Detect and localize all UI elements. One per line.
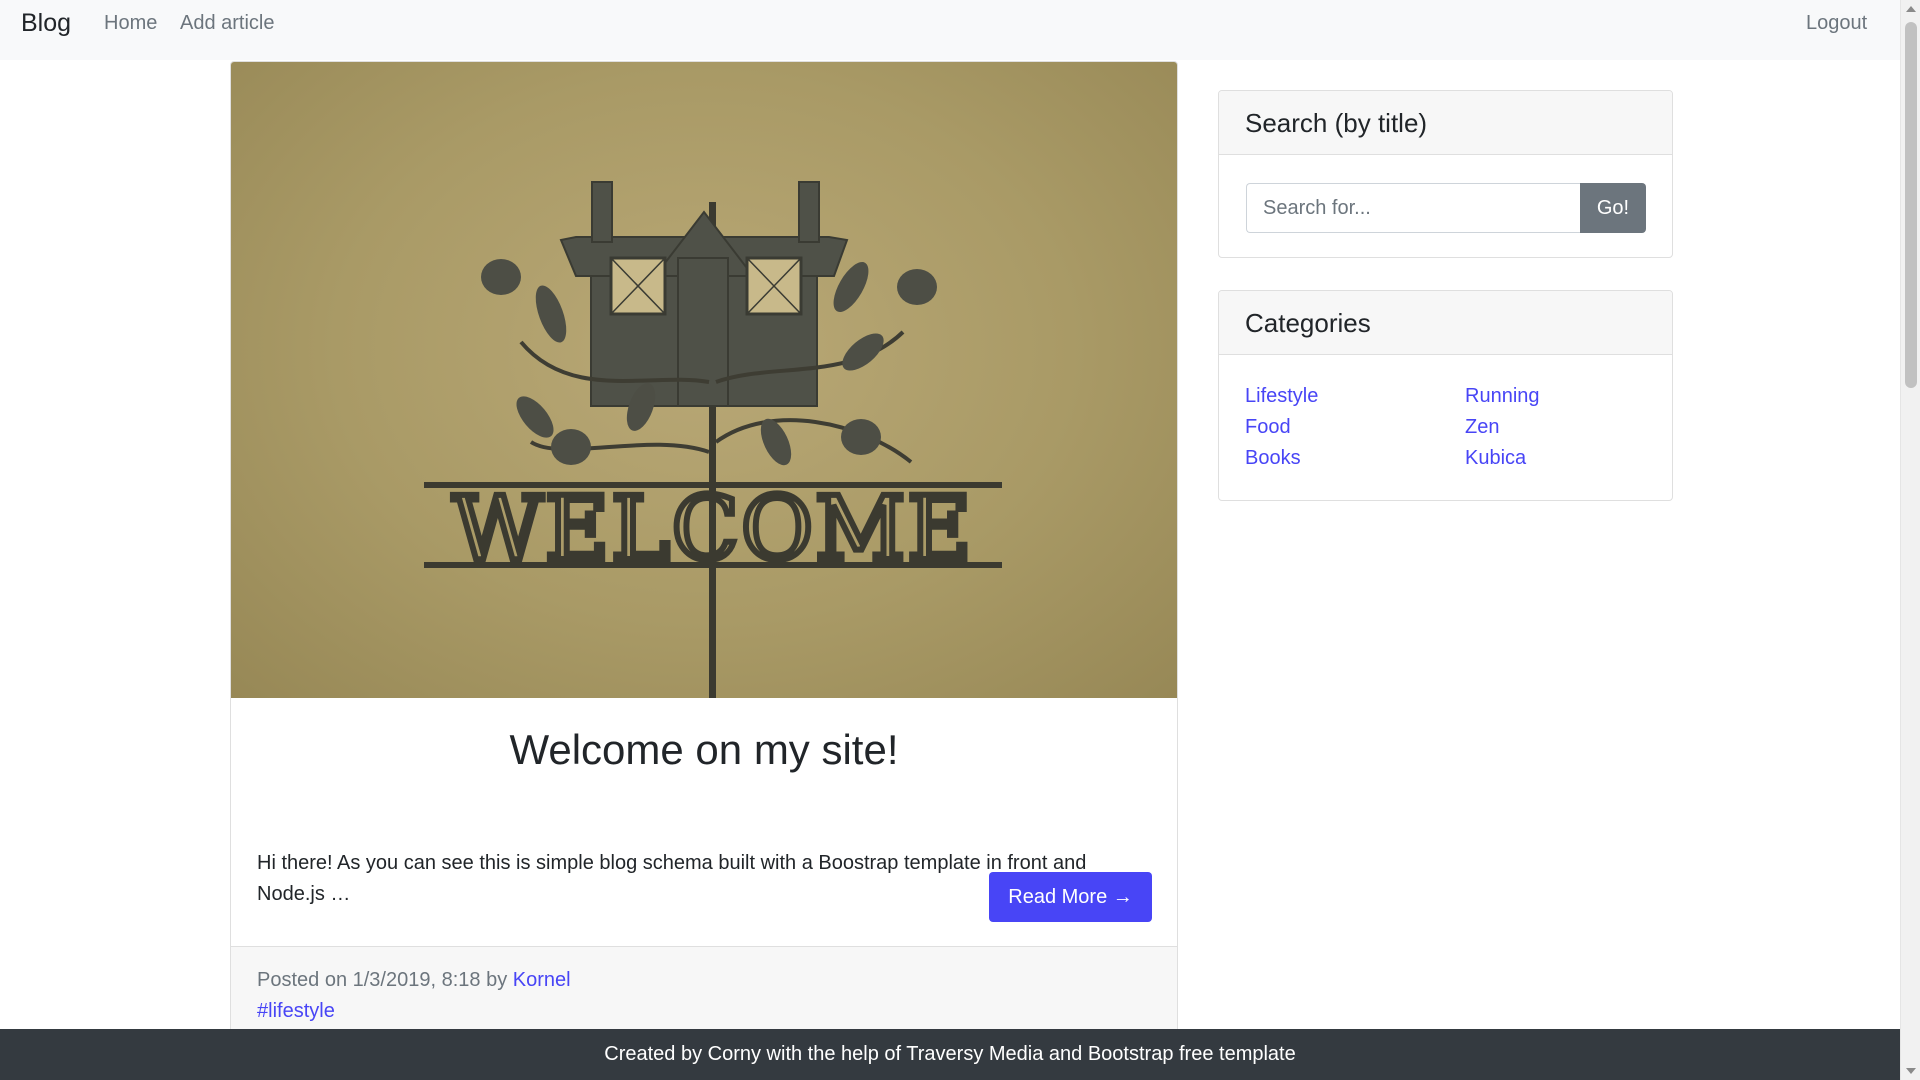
category-link-food[interactable]: Food	[1245, 414, 1291, 440]
top-navbar: Blog Home Add article Logout	[0, 0, 1900, 60]
svg-text:WELCOME: WELCOME	[453, 477, 974, 580]
read-more-button[interactable]: Read More →	[989, 872, 1152, 922]
category-link-zen[interactable]: Zen	[1465, 414, 1499, 440]
search-card: Search (by title) Go!	[1218, 90, 1673, 258]
nav-home-link[interactable]: Home	[104, 11, 157, 35]
post-tag: #lifestyle	[257, 998, 335, 1024]
categories-card-header: Categories	[1219, 291, 1672, 355]
tag-link[interactable]: #lifestyle	[257, 1000, 335, 1022]
search-card-header: Search (by title)	[1219, 91, 1672, 155]
nav-logout-link[interactable]: Logout	[1806, 11, 1867, 35]
post-featured-image: WELCOME	[231, 62, 1177, 698]
brand-logo[interactable]: Blog	[21, 8, 71, 38]
post-title: Welcome on my site!	[509, 726, 899, 773]
search-go-button[interactable]: Go!	[1580, 183, 1646, 233]
category-link-lifestyle[interactable]: Lifestyle	[1245, 383, 1318, 409]
category-link-books[interactable]: Books	[1245, 445, 1301, 471]
nav-add-article-link[interactable]: Add article	[180, 11, 275, 35]
page-footer: Created by Corny with the help of Traver…	[0, 1029, 1900, 1080]
author-link[interactable]: Kornel	[513, 969, 571, 991]
welcome-sign-illustration: WELCOME	[424, 181, 1002, 698]
page-scrollbar[interactable]	[1900, 0, 1920, 1080]
scroll-down-icon[interactable]	[1906, 1068, 1916, 1074]
post-meta-footer: Posted on 1/3/2019, 8:18 by Kornel #life…	[231, 946, 1177, 1040]
scroll-up-icon[interactable]	[1906, 6, 1916, 12]
posted-info: Posted on 1/3/2019, 8:18 by Kornel	[257, 967, 571, 993]
category-link-kubica[interactable]: Kubica	[1465, 445, 1526, 471]
posted-date-text: Posted on 1/3/2019, 8:18 by	[257, 969, 508, 991]
categories-card: Categories Lifestyle Food Books Running …	[1218, 290, 1673, 501]
search-input[interactable]	[1246, 183, 1580, 233]
category-link-running[interactable]: Running	[1465, 383, 1540, 409]
post-card: WELCOME Welcome on my site! Hi there! As…	[230, 61, 1178, 1041]
scroll-thumb[interactable]	[1905, 22, 1917, 388]
